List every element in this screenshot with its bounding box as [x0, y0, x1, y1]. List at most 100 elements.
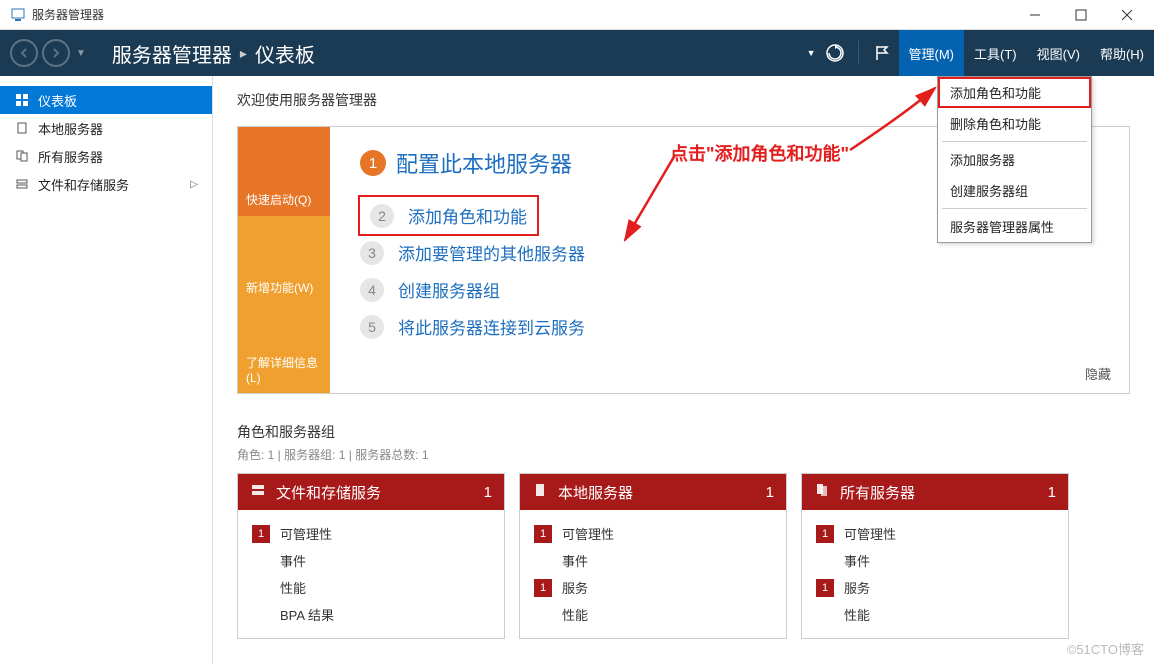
- nav-dropdown-icon[interactable]: ▼: [76, 48, 86, 59]
- dropdown-add-server[interactable]: 添加服务器: [938, 144, 1091, 175]
- tile-row[interactable]: 性能: [252, 574, 490, 601]
- step-label: 添加角色和功能: [408, 203, 527, 228]
- menu-manage[interactable]: 管理(M): [899, 30, 965, 76]
- refresh-dropdown-icon[interactable]: ▼: [807, 48, 816, 58]
- tab-whatsnew[interactable]: 新增功能(W): [238, 216, 330, 305]
- dropdown-remove-roles[interactable]: 删除角色和功能: [938, 108, 1091, 139]
- storage-icon: [250, 482, 266, 502]
- step-label: 添加要管理的其他服务器: [398, 240, 585, 265]
- status-badge: [816, 606, 834, 624]
- sidebar-item-local-server[interactable]: 本地服务器: [0, 114, 212, 142]
- tile-local-server[interactable]: 本地服务器 1 1可管理性 事件 1服务 性能: [519, 473, 787, 639]
- step-label: 创建服务器组: [398, 277, 500, 302]
- tile-count: 1: [1048, 484, 1056, 501]
- sidebar-label: 本地服务器: [38, 119, 103, 138]
- step-number-1: 1: [360, 150, 386, 176]
- tile-row[interactable]: 1可管理性: [534, 520, 772, 547]
- tile-row-label: 可管理性: [280, 524, 332, 543]
- server-icon: [14, 120, 30, 136]
- sidebar-item-all-servers[interactable]: 所有服务器: [0, 142, 212, 170]
- step-number-5: 5: [360, 315, 384, 339]
- tile-row-label: 性能: [280, 578, 306, 597]
- dropdown-properties[interactable]: 服务器管理器属性: [938, 211, 1091, 242]
- sidebar-item-dashboard[interactable]: 仪表板: [0, 86, 212, 114]
- annotation-text: 点击"添加角色和功能": [670, 140, 849, 166]
- tile-row[interactable]: BPA 结果: [252, 601, 490, 628]
- tile-title: 文件和存储服务: [276, 482, 381, 503]
- nav-forward-button[interactable]: [42, 39, 70, 67]
- tile-row[interactable]: 1 服务: [816, 574, 1054, 601]
- step-add-roles[interactable]: 2 添加角色和功能: [360, 197, 537, 234]
- step-number-3: 3: [360, 241, 384, 265]
- tile-row[interactable]: 事件: [816, 547, 1054, 574]
- tile-body: 1可管理性 事件 1 服务 性能: [802, 510, 1068, 638]
- menu-help[interactable]: 帮助(H): [1090, 30, 1154, 76]
- status-badge: 1: [816, 579, 834, 597]
- server-icon: [532, 482, 548, 502]
- header-bar: ▼ 服务器管理器 ▸ 仪表板 ▼ 管理(M) 工具(T) 视图(V) 帮助(H): [0, 30, 1154, 76]
- tile-all-servers[interactable]: 所有服务器 1 1可管理性 事件 1 服务 性能: [801, 473, 1069, 639]
- breadcrumb-root[interactable]: 服务器管理器: [112, 39, 232, 68]
- sidebar-label: 所有服务器: [38, 147, 103, 166]
- tiles-row: 文件和存储服务 1 1可管理性 事件 性能 BPA 结果 本地服务器 1 1可管: [237, 473, 1130, 639]
- tile-row[interactable]: 事件: [252, 547, 490, 574]
- tab-quickstart[interactable]: 快速启动(Q): [238, 127, 330, 216]
- tile-row-label: 可管理性: [562, 524, 614, 543]
- storage-icon: [14, 176, 30, 192]
- breadcrumb-current: 仪表板: [255, 39, 315, 68]
- dashboard-icon: [14, 92, 30, 108]
- breadcrumb: 服务器管理器 ▸ 仪表板: [112, 39, 315, 68]
- app-icon: [10, 7, 26, 23]
- tile-file-storage[interactable]: 文件和存储服务 1 1可管理性 事件 性能 BPA 结果: [237, 473, 505, 639]
- menu-tools[interactable]: 工具(T): [964, 30, 1027, 76]
- menu-view[interactable]: 视图(V): [1027, 30, 1090, 76]
- tile-row[interactable]: 事件: [534, 547, 772, 574]
- status-badge: [252, 579, 270, 597]
- config-heading-text[interactable]: 配置此本地服务器: [396, 147, 572, 179]
- tile-row-label: 服务: [562, 578, 588, 597]
- nav-arrows: ▼: [0, 39, 94, 67]
- manage-dropdown: 添加角色和功能 删除角色和功能 添加服务器 创建服务器组 服务器管理器属性: [937, 76, 1092, 243]
- tile-row[interactable]: 1可管理性: [252, 520, 490, 547]
- dropdown-add-roles[interactable]: 添加角色和功能: [938, 77, 1091, 108]
- tile-row[interactable]: 1可管理性: [816, 520, 1054, 547]
- servers-icon: [14, 148, 30, 164]
- tile-row-label: 事件: [562, 551, 588, 570]
- tile-title: 所有服务器: [840, 482, 915, 503]
- tile-row-label: BPA 结果: [280, 605, 334, 624]
- status-badge: [252, 606, 270, 624]
- tile-row[interactable]: 性能: [816, 601, 1054, 628]
- minimize-button[interactable]: [1012, 0, 1058, 30]
- step-label: 将此服务器连接到云服务: [398, 314, 585, 339]
- tab-learnmore[interactable]: 了解详细信息(L): [238, 304, 330, 393]
- hide-link[interactable]: 隐藏: [1085, 364, 1111, 383]
- refresh-icon[interactable]: [818, 30, 852, 76]
- dropdown-separator: [942, 208, 1087, 209]
- flag-icon[interactable]: [865, 30, 899, 76]
- tile-row[interactable]: 1服务: [534, 574, 772, 601]
- step-create-group[interactable]: 4 创建服务器组: [360, 271, 1099, 308]
- status-badge: 1: [816, 525, 834, 543]
- divider: [858, 41, 859, 65]
- sidebar-label: 仪表板: [38, 91, 77, 110]
- dropdown-create-group[interactable]: 创建服务器组: [938, 175, 1091, 206]
- tile-row[interactable]: 性能: [534, 601, 772, 628]
- sidebar-item-file-storage[interactable]: 文件和存储服务 ▷: [0, 170, 212, 198]
- close-button[interactable]: [1104, 0, 1150, 30]
- maximize-button[interactable]: [1058, 0, 1104, 30]
- status-badge: [816, 552, 834, 570]
- step-number-4: 4: [360, 278, 384, 302]
- dropdown-separator: [942, 141, 1087, 142]
- tile-row-label: 性能: [844, 605, 870, 624]
- tile-row-label: 性能: [562, 605, 588, 624]
- groups-subtitle: 角色: 1 | 服务器组: 1 | 服务器总数: 1: [237, 446, 1130, 463]
- tile-row-label: 服务: [844, 578, 870, 597]
- nav-back-button[interactable]: [10, 39, 38, 67]
- tile-count: 1: [766, 484, 774, 501]
- titlebar: 服务器管理器: [0, 0, 1154, 30]
- groups-heading: 角色和服务器组: [237, 422, 1130, 442]
- status-badge: [534, 552, 552, 570]
- welcome-tabs: 快速启动(Q) 新增功能(W) 了解详细信息(L): [238, 127, 330, 393]
- tile-row-label: 事件: [280, 551, 306, 570]
- step-connect-cloud[interactable]: 5 将此服务器连接到云服务: [360, 308, 1099, 345]
